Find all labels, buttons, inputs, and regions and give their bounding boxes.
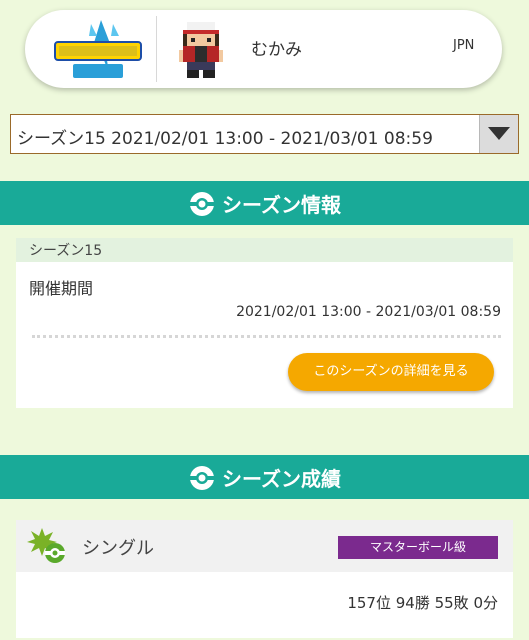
season-info-header: シーズン情報 [0,181,529,225]
season-label: シーズン15 [29,243,103,259]
period-label: 開催期間 [29,279,94,298]
region-label: JPN [453,38,475,53]
battle-type-label: シングル [82,538,154,559]
section-title: シーズン成績 [222,467,341,491]
card-divider [156,16,157,82]
season-label-bar: シーズン15 [16,238,513,262]
season-record-card: シングル マスターボール級 157位 94勝 55敗 0分 [16,520,513,638]
monster-ball-icon [190,191,214,216]
rank-badge: マスターボール級 [338,536,498,559]
section-title: シーズン情報 [222,193,341,217]
trainer-name: むかみ [251,40,302,60]
monster-ball-icon [190,465,214,490]
pokemon-sword-logo [54,20,142,78]
battle-header: シングル マスターボール級 [16,520,513,572]
season-select[interactable]: シーズン15 2021/02/01 13:00 - 2021/03/01 08:… [10,114,519,154]
season-record-header: シーズン成績 [0,455,529,499]
season-info-card: シーズン15 開催期間 2021/02/01 13:00 - 2021/03/0… [16,238,513,408]
single-battle-icon [27,528,65,563]
profile-card: むかみ JPN [25,10,502,88]
record-stats: 157位 94勝 55敗 0分 [347,594,498,612]
period-value: 2021/02/01 13:00 - 2021/03/01 08:59 [236,304,501,320]
season-details-button[interactable]: このシーズンの詳細を見る [288,353,494,391]
dotted-divider [32,335,501,338]
chevron-down-icon [488,127,510,140]
dropdown-button[interactable] [479,115,518,153]
season-select-value: シーズン15 2021/02/01 13:00 - 2021/03/01 08:… [17,129,433,149]
trainer-avatar [179,22,223,78]
